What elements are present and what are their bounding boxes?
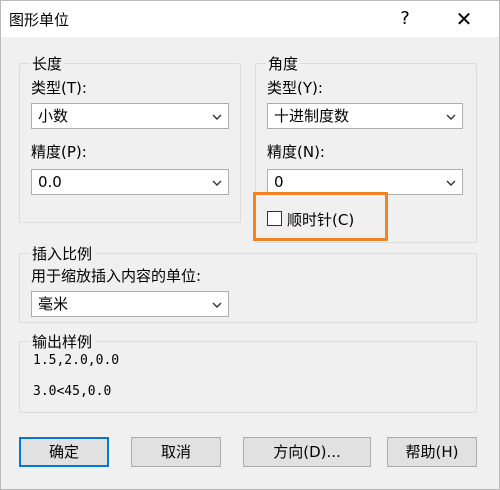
clockwise-checkbox[interactable] xyxy=(267,211,282,226)
chevron-down-icon xyxy=(446,114,456,120)
sample-line-1: 1.5,2.0,0.0 xyxy=(33,353,120,368)
length-type-value: 小数 xyxy=(38,107,69,125)
length-precision-label: 精度(P): xyxy=(31,143,87,161)
insertion-units-label: 用于缩放插入内容的单位: xyxy=(31,267,202,285)
length-type-label: 类型(T): xyxy=(31,79,87,97)
help-icon[interactable]: ? xyxy=(393,6,417,32)
title-bar: 图形单位 ? ✕ xyxy=(1,1,499,37)
dialog-title: 图形单位 xyxy=(9,11,70,29)
length-precision-value: 0.0 xyxy=(38,173,62,191)
insertion-scale-title: 插入比例 xyxy=(30,243,95,264)
ok-button[interactable]: 确定 xyxy=(19,437,109,467)
chevron-down-icon xyxy=(212,180,222,186)
sample-line-2: 3.0<45,0.0 xyxy=(33,384,112,399)
length-precision-select[interactable]: 0.0 xyxy=(31,169,229,195)
angle-type-label: 类型(Y): xyxy=(267,79,323,97)
length-type-select[interactable]: 小数 xyxy=(31,103,229,129)
chevron-down-icon xyxy=(446,180,456,186)
sample-output-group: 输出样例 xyxy=(19,331,477,413)
sample-output-title: 输出样例 xyxy=(30,331,95,352)
insertion-units-value: 毫米 xyxy=(38,295,69,313)
chevron-down-icon xyxy=(212,114,222,120)
angle-precision-value: 0 xyxy=(274,173,284,191)
units-dialog: 图形单位 ? ✕ 长度 类型(T): 小数 精度(P): 0.0 角度 类型(Y… xyxy=(0,0,500,490)
cancel-button[interactable]: 取消 xyxy=(131,437,221,467)
help-button[interactable]: 帮助(H) xyxy=(387,437,477,467)
close-icon[interactable]: ✕ xyxy=(449,6,479,32)
length-group-title: 长度 xyxy=(30,53,65,74)
direction-button[interactable]: 方向(D)... xyxy=(243,437,371,467)
clockwise-label[interactable]: 顺时针(C) xyxy=(287,209,354,230)
angle-precision-label: 精度(N): xyxy=(267,143,325,161)
angle-type-value: 十进制度数 xyxy=(274,107,350,125)
angle-group-title: 角度 xyxy=(266,53,301,74)
insertion-units-select[interactable]: 毫米 xyxy=(31,291,229,317)
chevron-down-icon xyxy=(212,302,222,308)
angle-type-select[interactable]: 十进制度数 xyxy=(267,103,463,129)
